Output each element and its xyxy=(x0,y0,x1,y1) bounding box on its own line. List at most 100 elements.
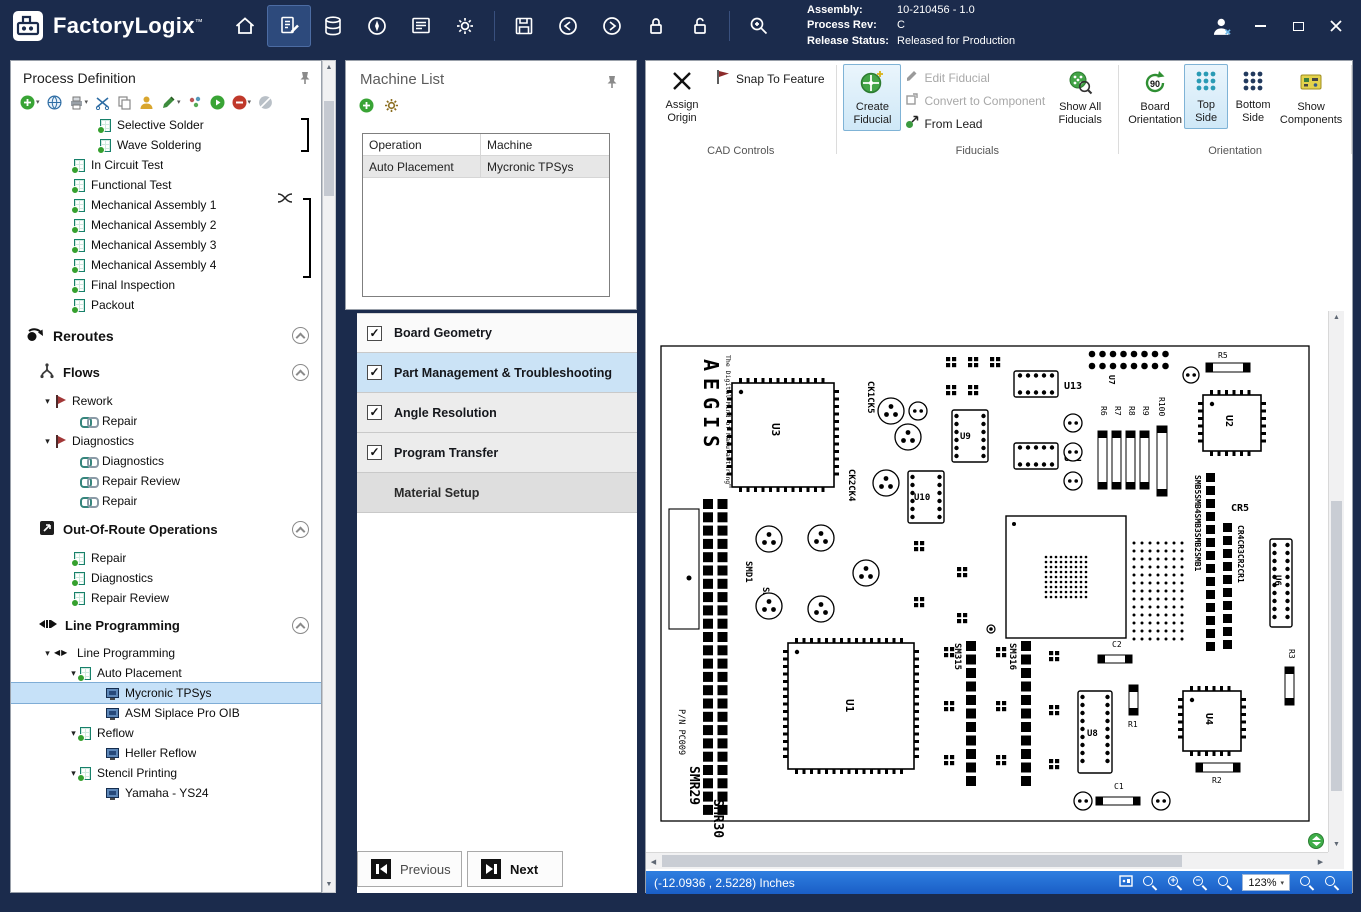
tree-item-repair[interactable]: Repair xyxy=(11,491,321,511)
tree-item-line-programming[interactable]: ▾Line Programming xyxy=(11,643,321,663)
scroll-up-arrow[interactable]: ▲ xyxy=(1329,311,1344,325)
cad-horizontal-scrollbar[interactable]: ◀ ▶ xyxy=(646,852,1328,869)
collapse-out-of-route-button[interactable] xyxy=(292,521,309,538)
tree-item-final-inspection[interactable]: Final Inspection xyxy=(11,275,321,295)
previous-button[interactable]: Previous xyxy=(357,851,462,887)
convert-to-component-button[interactable]: Convert to Component xyxy=(901,89,1049,112)
collapse-flows-button[interactable] xyxy=(292,364,309,381)
tree-item-repair-review[interactable]: Repair Review xyxy=(11,471,321,491)
next-button[interactable]: Next xyxy=(467,851,563,887)
documents-button[interactable] xyxy=(399,5,443,47)
more-options-button[interactable] xyxy=(257,95,274,110)
wizard-step-material-setup[interactable]: Material Setup xyxy=(357,473,637,513)
color-palette-button[interactable] xyxy=(187,95,204,110)
scrollbar-thumb[interactable] xyxy=(1331,501,1342,791)
scroll-right-arrow[interactable]: ▶ xyxy=(1313,853,1328,870)
cad-vertical-scrollbar[interactable]: ▲ ▼ xyxy=(1328,311,1344,852)
from-lead-button[interactable]: From Lead xyxy=(901,112,986,135)
wizard-step-program-transfer[interactable]: ✓Program Transfer xyxy=(357,433,637,473)
pin-icon[interactable] xyxy=(606,75,618,89)
show-all-fiducials-button[interactable]: Show All Fiducials xyxy=(1049,64,1111,131)
navigation-compass-button[interactable] xyxy=(355,5,399,47)
tree-item-repair-review[interactable]: Repair Review xyxy=(11,588,321,608)
close-button[interactable] xyxy=(1325,15,1347,37)
tree-item-stencil-printing[interactable]: ▾Stencil Printing xyxy=(11,763,321,783)
start-route-button[interactable] xyxy=(209,95,226,110)
column-header-machine[interactable]: Machine xyxy=(481,134,609,155)
zoom-selection-icon[interactable] xyxy=(1299,875,1315,891)
tree-item-yamaha-ys24[interactable]: Yamaha - YS24 xyxy=(11,783,321,803)
tree-item-mechanical-assembly-4[interactable]: Mechanical Assembly 4 xyxy=(11,255,321,275)
cut-button[interactable] xyxy=(94,95,111,110)
scroll-up-arrow[interactable]: ▲ xyxy=(323,61,335,75)
zoom-out-icon[interactable]: − xyxy=(1192,875,1208,891)
minimize-button[interactable] xyxy=(1249,15,1271,37)
tree-item-functional-test[interactable]: Functional Test xyxy=(11,175,321,195)
maximize-button[interactable] xyxy=(1287,15,1309,37)
machine-row-mycronic-tpsys[interactable]: Auto PlacementMycronic TPSys xyxy=(363,156,609,178)
link-operation-button[interactable] xyxy=(46,95,63,110)
add-operation-button[interactable]: ▾ xyxy=(19,95,41,110)
collapse-reroutes-button[interactable] xyxy=(292,327,309,344)
forward-button[interactable] xyxy=(590,5,634,47)
show-components-button[interactable]: Show Components xyxy=(1278,64,1344,131)
copy-button[interactable] xyxy=(116,95,133,110)
collapse-line-programming-button[interactable] xyxy=(292,617,309,634)
tree-item-in-circuit-test[interactable]: In Circuit Test xyxy=(11,155,321,175)
checkbox-checked-icon[interactable]: ✓ xyxy=(367,445,382,460)
process-panel-scrollbar[interactable]: ▲ ▼ xyxy=(322,60,336,893)
wizard-step-angle-resolution[interactable]: ✓Angle Resolution xyxy=(357,393,637,433)
materials-database-button[interactable] xyxy=(311,5,355,47)
bottom-side-button[interactable]: Bottom Side xyxy=(1228,64,1278,129)
scrollbar-thumb[interactable] xyxy=(662,855,1182,867)
create-fiducial-button[interactable]: Create Fiducial xyxy=(843,64,901,131)
back-button[interactable] xyxy=(546,5,590,47)
scrollbar-thumb[interactable] xyxy=(324,101,334,196)
edit-fiducial-button[interactable]: Edit Fiducial xyxy=(901,66,993,89)
checkbox-checked-icon[interactable]: ✓ xyxy=(367,326,382,341)
zoom-in-icon[interactable]: + xyxy=(1167,875,1183,891)
layer-toggle-button[interactable] xyxy=(1308,833,1324,849)
stop-route-button[interactable]: ▾ xyxy=(231,95,253,110)
tree-item-mechanical-assembly-2[interactable]: Mechanical Assembly 2 xyxy=(11,215,321,235)
tree-item-repair[interactable]: Repair xyxy=(11,548,321,568)
tree-item-diagnostics[interactable]: ▾Diagnostics xyxy=(11,431,321,451)
scroll-down-arrow[interactable]: ▼ xyxy=(1329,838,1344,852)
tree-item-mechanical-assembly-1[interactable]: Mechanical Assembly 1 xyxy=(11,195,321,215)
tree-item-mechanical-assembly-3[interactable]: Mechanical Assembly 3 xyxy=(11,235,321,255)
scroll-down-arrow[interactable]: ▼ xyxy=(323,878,335,892)
tree-item-diagnostics[interactable]: Diagnostics xyxy=(11,568,321,588)
tree-item-selective-solder[interactable]: Selective Solder xyxy=(11,115,321,135)
tree-item-heller-reflow[interactable]: Heller Reflow xyxy=(11,743,321,763)
tree-item-rework[interactable]: ▾Rework xyxy=(11,391,321,411)
tree-item-packout[interactable]: Packout xyxy=(11,295,321,315)
process-definition-button[interactable] xyxy=(267,5,311,47)
add-machine-button[interactable] xyxy=(358,98,375,113)
zoom-extents-icon[interactable] xyxy=(1217,875,1233,891)
audit-search-button[interactable] xyxy=(737,5,781,47)
tree-item-reflow[interactable]: ▾Reflow xyxy=(11,723,321,743)
machine-settings-button[interactable] xyxy=(383,98,400,113)
tree-item-diagnostics[interactable]: Diagnostics xyxy=(11,451,321,471)
column-header-operation[interactable]: Operation xyxy=(363,134,481,155)
tree-expanded-arrow-icon[interactable]: ▾ xyxy=(41,396,54,407)
user-account-button[interactable] xyxy=(1211,15,1233,37)
tree-expanded-arrow-icon[interactable]: ▾ xyxy=(41,436,54,447)
settings-gear-button[interactable] xyxy=(443,5,487,47)
checkbox-checked-icon[interactable]: ✓ xyxy=(367,405,382,420)
assign-user-button[interactable] xyxy=(138,95,155,110)
snap-to-feature-button[interactable]: Snap To Feature xyxy=(711,66,829,91)
tree-item-auto-placement[interactable]: ▾Auto Placement xyxy=(11,663,321,683)
lock-button[interactable] xyxy=(634,5,678,47)
assign-origin-button[interactable]: Assign Origin xyxy=(653,64,711,129)
tree-expanded-arrow-icon[interactable]: ▾ xyxy=(41,648,54,659)
checkbox-checked-icon[interactable]: ✓ xyxy=(367,365,382,380)
tree-item-asm-siplace-pro-oib[interactable]: ASM Siplace Pro OIB xyxy=(11,703,321,723)
format-painter-button[interactable]: ▾ xyxy=(160,95,182,110)
home-button[interactable] xyxy=(223,5,267,47)
board-orientation-button[interactable]: 90 Board Orientation xyxy=(1126,64,1184,131)
scroll-left-arrow[interactable]: ◀ xyxy=(646,853,661,870)
wizard-step-board-geometry[interactable]: ✓Board Geometry xyxy=(357,313,637,353)
zoom-all-icon[interactable] xyxy=(1324,875,1340,891)
pin-icon[interactable] xyxy=(299,71,311,85)
